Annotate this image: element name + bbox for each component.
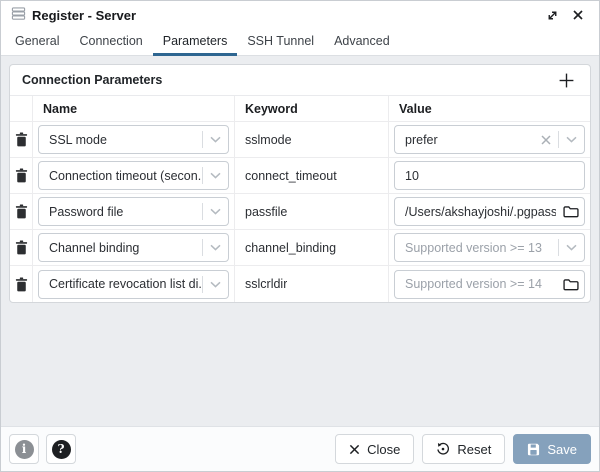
keyword-text: channel_binding [235, 241, 336, 255]
clear-x-icon[interactable] [533, 135, 558, 145]
header-spacer-cell [10, 96, 33, 122]
value-select-disabled[interactable]: Supported version >= 13 [394, 233, 585, 262]
delete-row-button[interactable] [10, 158, 33, 194]
panel-header: Connection Parameters [10, 65, 590, 96]
name-cell: Certificate revocation list di... [33, 266, 235, 302]
folder-icon[interactable] [558, 278, 584, 291]
name-select-value: Certificate revocation list di... [39, 277, 202, 291]
chevron-down-icon[interactable] [559, 244, 584, 251]
connection-parameters-panel: Connection Parameters Name Keyword Value [9, 64, 591, 303]
close-button[interactable]: Close [335, 434, 414, 464]
keyword-cell: connect_timeout [235, 158, 389, 194]
name-select-value: SSL mode [39, 133, 202, 147]
tab-parameters[interactable]: Parameters [153, 29, 238, 56]
reset-icon [436, 442, 450, 456]
keyword-cell: channel_binding [235, 230, 389, 266]
close-button-label: Close [367, 442, 400, 457]
keyword-cell: sslmode [235, 122, 389, 158]
name-select[interactable]: Channel binding [38, 233, 229, 262]
folder-icon[interactable] [558, 205, 584, 218]
title-bar: Register - Server [1, 1, 599, 29]
name-select-value: Password file [39, 205, 202, 219]
column-header-keyword: Keyword [235, 96, 389, 122]
delete-row-button[interactable] [10, 266, 33, 302]
keyword-text: connect_timeout [235, 169, 337, 183]
parameters-table: Name Keyword Value SSL mode [10, 96, 590, 302]
footer-bar: i ? Close Reset Save [1, 426, 599, 471]
chevron-down-icon[interactable] [203, 281, 228, 288]
chevron-down-icon[interactable] [203, 244, 228, 251]
save-icon [527, 443, 540, 456]
reset-button-label: Reset [457, 442, 491, 457]
tab-bar: General Connection Parameters SSH Tunnel… [1, 29, 599, 56]
question-icon: ? [52, 440, 71, 459]
dialog-title: Register - Server [32, 8, 136, 23]
chevron-down-icon[interactable] [203, 136, 228, 143]
name-select[interactable]: Password file [38, 197, 229, 226]
help-button[interactable]: ? [46, 434, 76, 464]
server-icon [11, 6, 26, 24]
register-server-dialog: Register - Server General Connection Par… [0, 0, 600, 472]
reset-button[interactable]: Reset [422, 434, 505, 464]
info-icon: i [15, 440, 34, 459]
value-cell [389, 158, 590, 194]
tab-general[interactable]: General [5, 29, 69, 56]
value-input[interactable] [394, 161, 585, 190]
value-cell [389, 194, 590, 230]
directory-path-input[interactable] [395, 271, 558, 298]
panel-title: Connection Parameters [22, 73, 162, 87]
dialog-body: Connection Parameters Name Keyword Value [1, 56, 599, 426]
file-path-input[interactable] [395, 198, 558, 225]
expand-icon[interactable] [543, 6, 561, 24]
name-cell: Password file [33, 194, 235, 230]
sql-info-button[interactable]: i [9, 434, 39, 464]
keyword-text: sslmode [235, 133, 292, 147]
name-cell: SSL mode [33, 122, 235, 158]
keyword-text: passfile [235, 205, 287, 219]
keyword-text: sslcrldir [235, 277, 287, 291]
delete-row-button[interactable] [10, 230, 33, 266]
keyword-cell: passfile [235, 194, 389, 230]
column-header-name: Name [33, 96, 235, 122]
name-select[interactable]: Certificate revocation list di... [38, 270, 229, 299]
close-x-icon [349, 444, 360, 455]
chevron-down-icon[interactable] [203, 172, 228, 179]
name-cell: Connection timeout (secon... [33, 158, 235, 194]
file-input-group [394, 270, 585, 299]
save-button-label: Save [547, 442, 577, 457]
plus-icon[interactable] [554, 68, 578, 92]
keyword-cell: sslcrldir [235, 266, 389, 302]
tab-ssh-tunnel[interactable]: SSH Tunnel [237, 29, 324, 56]
name-select[interactable]: SSL mode [38, 125, 229, 154]
chevron-down-icon[interactable] [203, 208, 228, 215]
close-icon[interactable] [569, 6, 587, 24]
value-cell: prefer [389, 122, 590, 158]
delete-row-button[interactable] [10, 122, 33, 158]
value-select-placeholder: Supported version >= 13 [395, 241, 558, 255]
name-select[interactable]: Connection timeout (secon... [38, 161, 229, 190]
column-header-value: Value [389, 96, 590, 122]
value-select-clearable[interactable]: prefer [394, 125, 585, 154]
name-cell: Channel binding [33, 230, 235, 266]
save-button[interactable]: Save [513, 434, 591, 464]
value-cell [389, 266, 590, 302]
name-select-value: Channel binding [39, 241, 202, 255]
chevron-down-icon[interactable] [559, 136, 584, 143]
name-select-value: Connection timeout (secon... [39, 169, 202, 183]
delete-row-button[interactable] [10, 194, 33, 230]
file-input-group [394, 197, 585, 226]
tab-connection[interactable]: Connection [69, 29, 152, 56]
tab-advanced[interactable]: Advanced [324, 29, 400, 56]
value-select-value: prefer [395, 133, 533, 147]
value-cell: Supported version >= 13 [389, 230, 590, 266]
